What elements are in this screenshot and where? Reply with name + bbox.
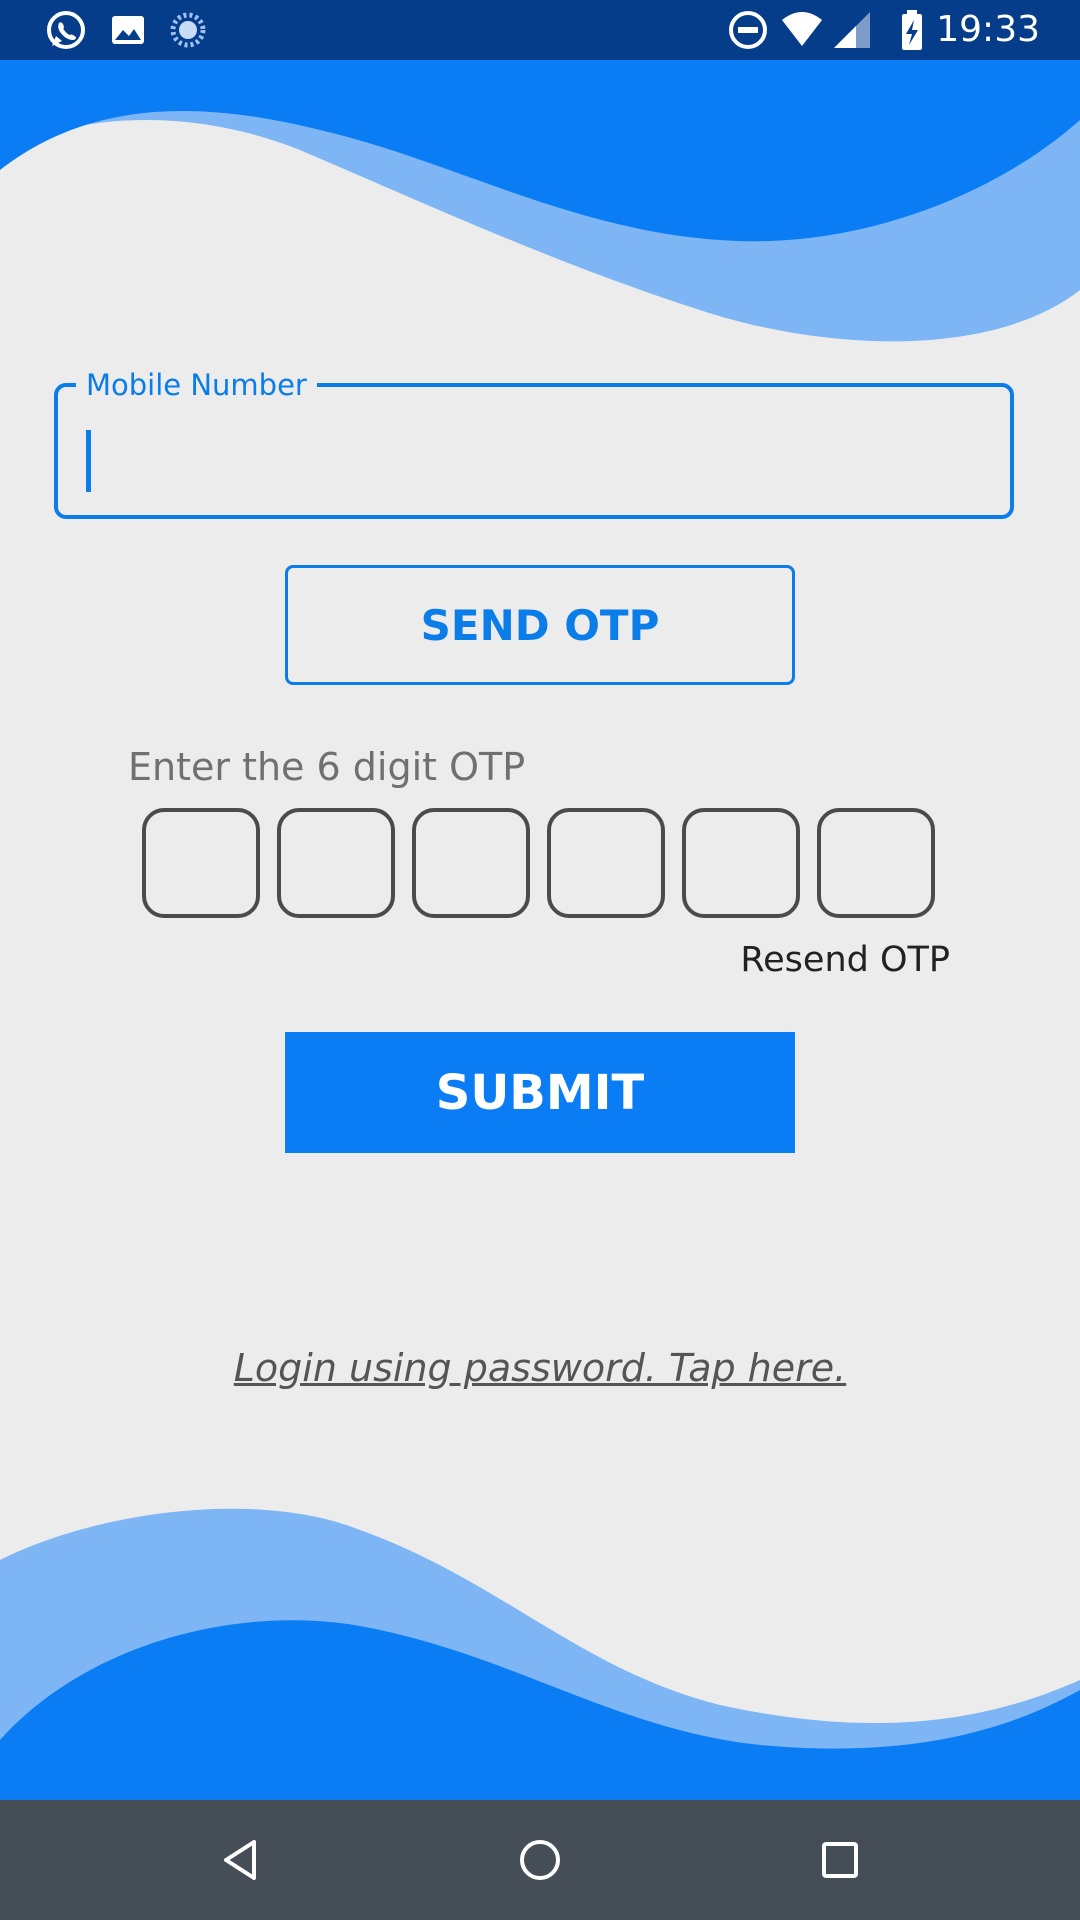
image-icon <box>112 16 144 44</box>
battery-charging-icon <box>902 10 922 50</box>
send-otp-button[interactable]: SEND OTP <box>285 565 795 685</box>
whatsapp-icon <box>47 11 85 49</box>
text-cursor <box>86 430 91 492</box>
bottom-wave-decoration <box>0 1500 1080 1800</box>
recents-icon[interactable] <box>810 1830 870 1890</box>
status-bar: 19:33 <box>0 0 1080 60</box>
otp-digit-3[interactable] <box>412 808 530 918</box>
signal-icon <box>834 12 870 48</box>
resend-otp-link[interactable]: Resend OTP <box>740 936 950 984</box>
back-icon[interactable] <box>210 1830 270 1890</box>
navigation-bar <box>0 1800 1080 1920</box>
submit-button[interactable]: SUBMIT <box>285 1032 795 1153</box>
otp-digit-1[interactable] <box>142 808 260 918</box>
otp-digit-5[interactable] <box>682 808 800 918</box>
status-time: 19:33 <box>936 9 1040 50</box>
otp-digit-2[interactable] <box>277 808 395 918</box>
otp-prompt-label: Enter the 6 digit OTP <box>128 745 526 789</box>
otp-login-screen: 19:33 Mobile Number SEND OTP Enter the 6… <box>0 0 1080 1920</box>
sync-icon <box>170 12 206 48</box>
top-wave-decoration <box>0 60 1080 350</box>
wifi-icon <box>782 12 822 46</box>
password-login-link[interactable]: Login using password. Tap here. <box>0 1342 1080 1394</box>
mobile-number-input[interactable] <box>70 410 994 502</box>
mobile-number-label: Mobile Number <box>76 366 317 404</box>
otp-digit-4[interactable] <box>547 808 665 918</box>
home-icon[interactable] <box>510 1830 570 1890</box>
otp-digit-6[interactable] <box>817 808 935 918</box>
do-not-disturb-icon <box>729 11 767 49</box>
